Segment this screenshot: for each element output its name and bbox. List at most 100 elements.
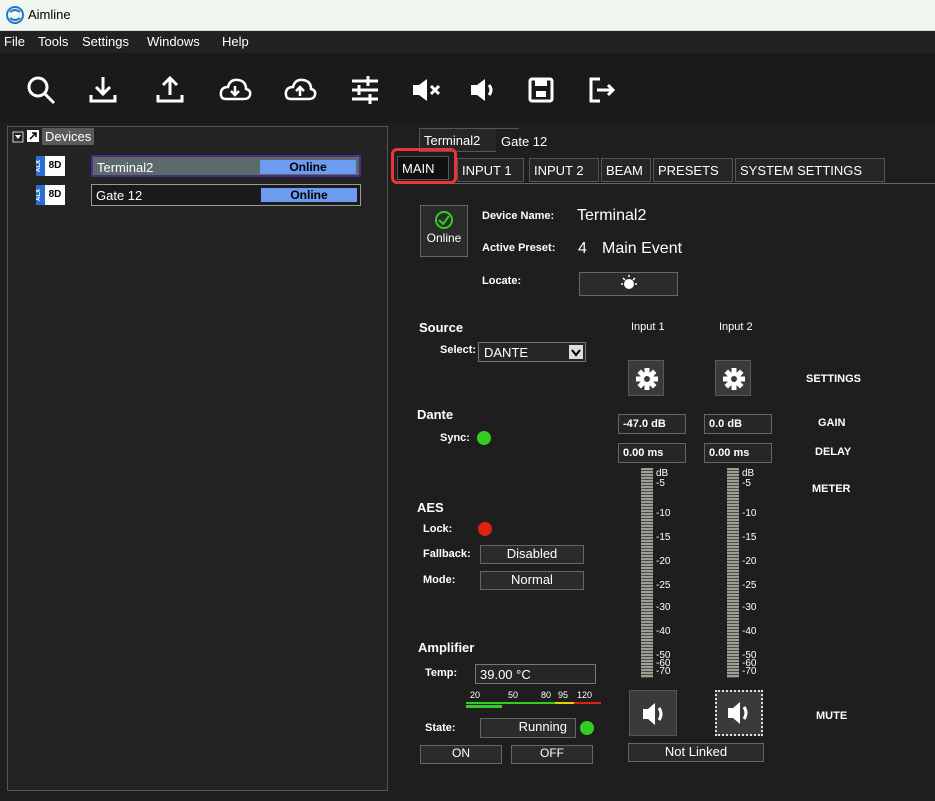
device-status: Online <box>261 188 357 202</box>
temp-scale-120: 120 <box>577 690 593 700</box>
device-name: Gate 12 <box>96 188 143 203</box>
devices-root-label[interactable]: Devices <box>42 128 95 145</box>
input-2-settings-button[interactable] <box>715 360 751 396</box>
mute-row-label: MUTE <box>816 710 848 722</box>
gear-icon <box>636 368 658 390</box>
state-label: State: <box>425 722 456 734</box>
tab-presets[interactable]: PRESETS <box>653 158 733 182</box>
gear-icon <box>723 368 745 390</box>
scale-label: -30 <box>742 602 757 613</box>
locate-button[interactable] <box>579 272 678 296</box>
mode-label: Mode: <box>423 574 456 586</box>
device-item-gate12[interactable]: Gate 12 Online <box>91 184 361 206</box>
meter-row-label: METER <box>812 483 851 495</box>
active-preset-number: 4 <box>578 240 587 257</box>
chevron-down-icon[interactable] <box>569 345 583 359</box>
device-name: Terminal2 <box>97 160 154 175</box>
input-1-mute-button[interactable] <box>629 690 677 736</box>
save-icon[interactable] <box>524 73 558 107</box>
input-2-mute-button[interactable] <box>715 690 763 736</box>
download-icon[interactable] <box>86 73 120 107</box>
link-button[interactable]: Not Linked <box>628 743 764 762</box>
tab-label: Gate 12 <box>501 134 548 149</box>
tab-input-1[interactable]: INPUT 1 <box>457 158 524 182</box>
amplifier-title: Amplifier <box>418 640 475 655</box>
tab-device-gate12[interactable]: Gate 12 <box>496 129 556 153</box>
gain-value: -47.0 dB <box>623 418 666 430</box>
temp-gauge <box>466 702 601 708</box>
online-status-button[interactable]: Online <box>420 205 468 257</box>
cloud-upload-icon[interactable] <box>283 73 317 107</box>
lock-label: Lock: <box>423 523 453 535</box>
tab-main[interactable]: MAIN <box>397 156 449 180</box>
input-1-meter <box>641 468 653 678</box>
source-select[interactable]: DANTE <box>478 342 586 362</box>
temp-scale-50: 50 <box>508 690 519 700</box>
scale-label: -15 <box>742 532 757 543</box>
search-icon[interactable] <box>24 73 58 107</box>
input-1-label: Input 1 <box>631 321 665 333</box>
input-1-gain[interactable]: -47.0 dB <box>618 414 686 434</box>
exit-icon[interactable] <box>584 73 618 107</box>
state-value: Running <box>480 718 576 738</box>
menu-tools[interactable]: Tools <box>38 34 68 49</box>
check-circle-icon <box>435 211 453 229</box>
menu-settings[interactable]: Settings <box>82 34 129 49</box>
scale-label: -40 <box>656 626 671 637</box>
app-title: Aimline <box>28 7 71 22</box>
scale-label: -25 <box>656 580 671 591</box>
mode-value[interactable]: Normal <box>480 571 584 590</box>
model-badge: 8D <box>45 156 65 176</box>
sync-label: Sync: <box>440 432 470 444</box>
dante-title: Dante <box>417 407 454 422</box>
scale-label: -30 <box>656 602 671 613</box>
select-label: Select: <box>440 344 477 356</box>
tab-label: INPUT 2 <box>534 163 584 178</box>
aes-title: AES <box>417 500 444 515</box>
device-row-gate12[interactable]: ALX 8D Gate 12 Online <box>36 184 361 208</box>
menu-file[interactable]: File <box>4 34 25 49</box>
input-2-meter <box>727 468 739 678</box>
temp-field: 39.00 °C <box>475 664 596 684</box>
speaker-icon[interactable] <box>467 73 501 107</box>
source-title: Source <box>419 320 464 335</box>
input-2-gain[interactable]: 0.0 dB <box>704 414 772 434</box>
device-row-terminal2[interactable]: ALX 8D Terminal2 Online <box>36 155 361 179</box>
device-item-terminal2[interactable]: Terminal2 Online <box>91 155 361 177</box>
input-1-settings-button[interactable] <box>628 360 664 396</box>
temp-scale-20: 20 <box>470 690 481 700</box>
scale-label: -25 <box>742 580 757 591</box>
input-1-delay[interactable]: 0.00 ms <box>618 443 686 463</box>
scale-label: -5 <box>656 478 665 489</box>
cloud-download-icon[interactable] <box>218 73 252 107</box>
scale-label: -70 <box>656 666 671 677</box>
menu-help[interactable]: Help <box>222 34 249 49</box>
tab-label: BEAM <box>606 163 643 178</box>
temp-scale-80: 80 <box>541 690 552 700</box>
tab-label: INPUT 1 <box>462 163 512 178</box>
light-bulb-icon <box>620 275 637 289</box>
on-button[interactable]: ON <box>420 745 502 764</box>
menu-windows[interactable]: Windows <box>147 34 200 49</box>
scale-label: -70 <box>742 666 757 677</box>
mute-icon[interactable] <box>409 73 443 107</box>
input-2-delay[interactable]: 0.00 ms <box>704 443 772 463</box>
device-tree-panel: Devices ALX 8D Terminal2 Online ALX 8D G… <box>7 126 388 791</box>
fallback-value[interactable]: Disabled <box>480 545 584 564</box>
scale-label: -10 <box>742 508 757 519</box>
upload-icon[interactable] <box>153 73 187 107</box>
gain-value: 0.0 dB <box>709 418 743 430</box>
toolbar <box>0 53 935 123</box>
lock-indicator <box>478 522 492 536</box>
collapse-icon[interactable] <box>12 131 24 143</box>
model-badge: 8D <box>45 185 65 205</box>
tab-beam[interactable]: BEAM <box>601 158 651 182</box>
alx-tag: ALX <box>36 156 45 176</box>
off-button[interactable]: OFF <box>511 745 593 764</box>
delay-value: 0.00 ms <box>709 447 750 459</box>
tab-system-settings[interactable]: SYSTEM SETTINGS <box>735 158 885 182</box>
tab-input-2[interactable]: INPUT 2 <box>529 158 599 182</box>
alx-tag: ALX <box>36 185 45 205</box>
sliders-icon[interactable] <box>348 73 382 107</box>
temp-label: Temp: <box>425 667 458 679</box>
